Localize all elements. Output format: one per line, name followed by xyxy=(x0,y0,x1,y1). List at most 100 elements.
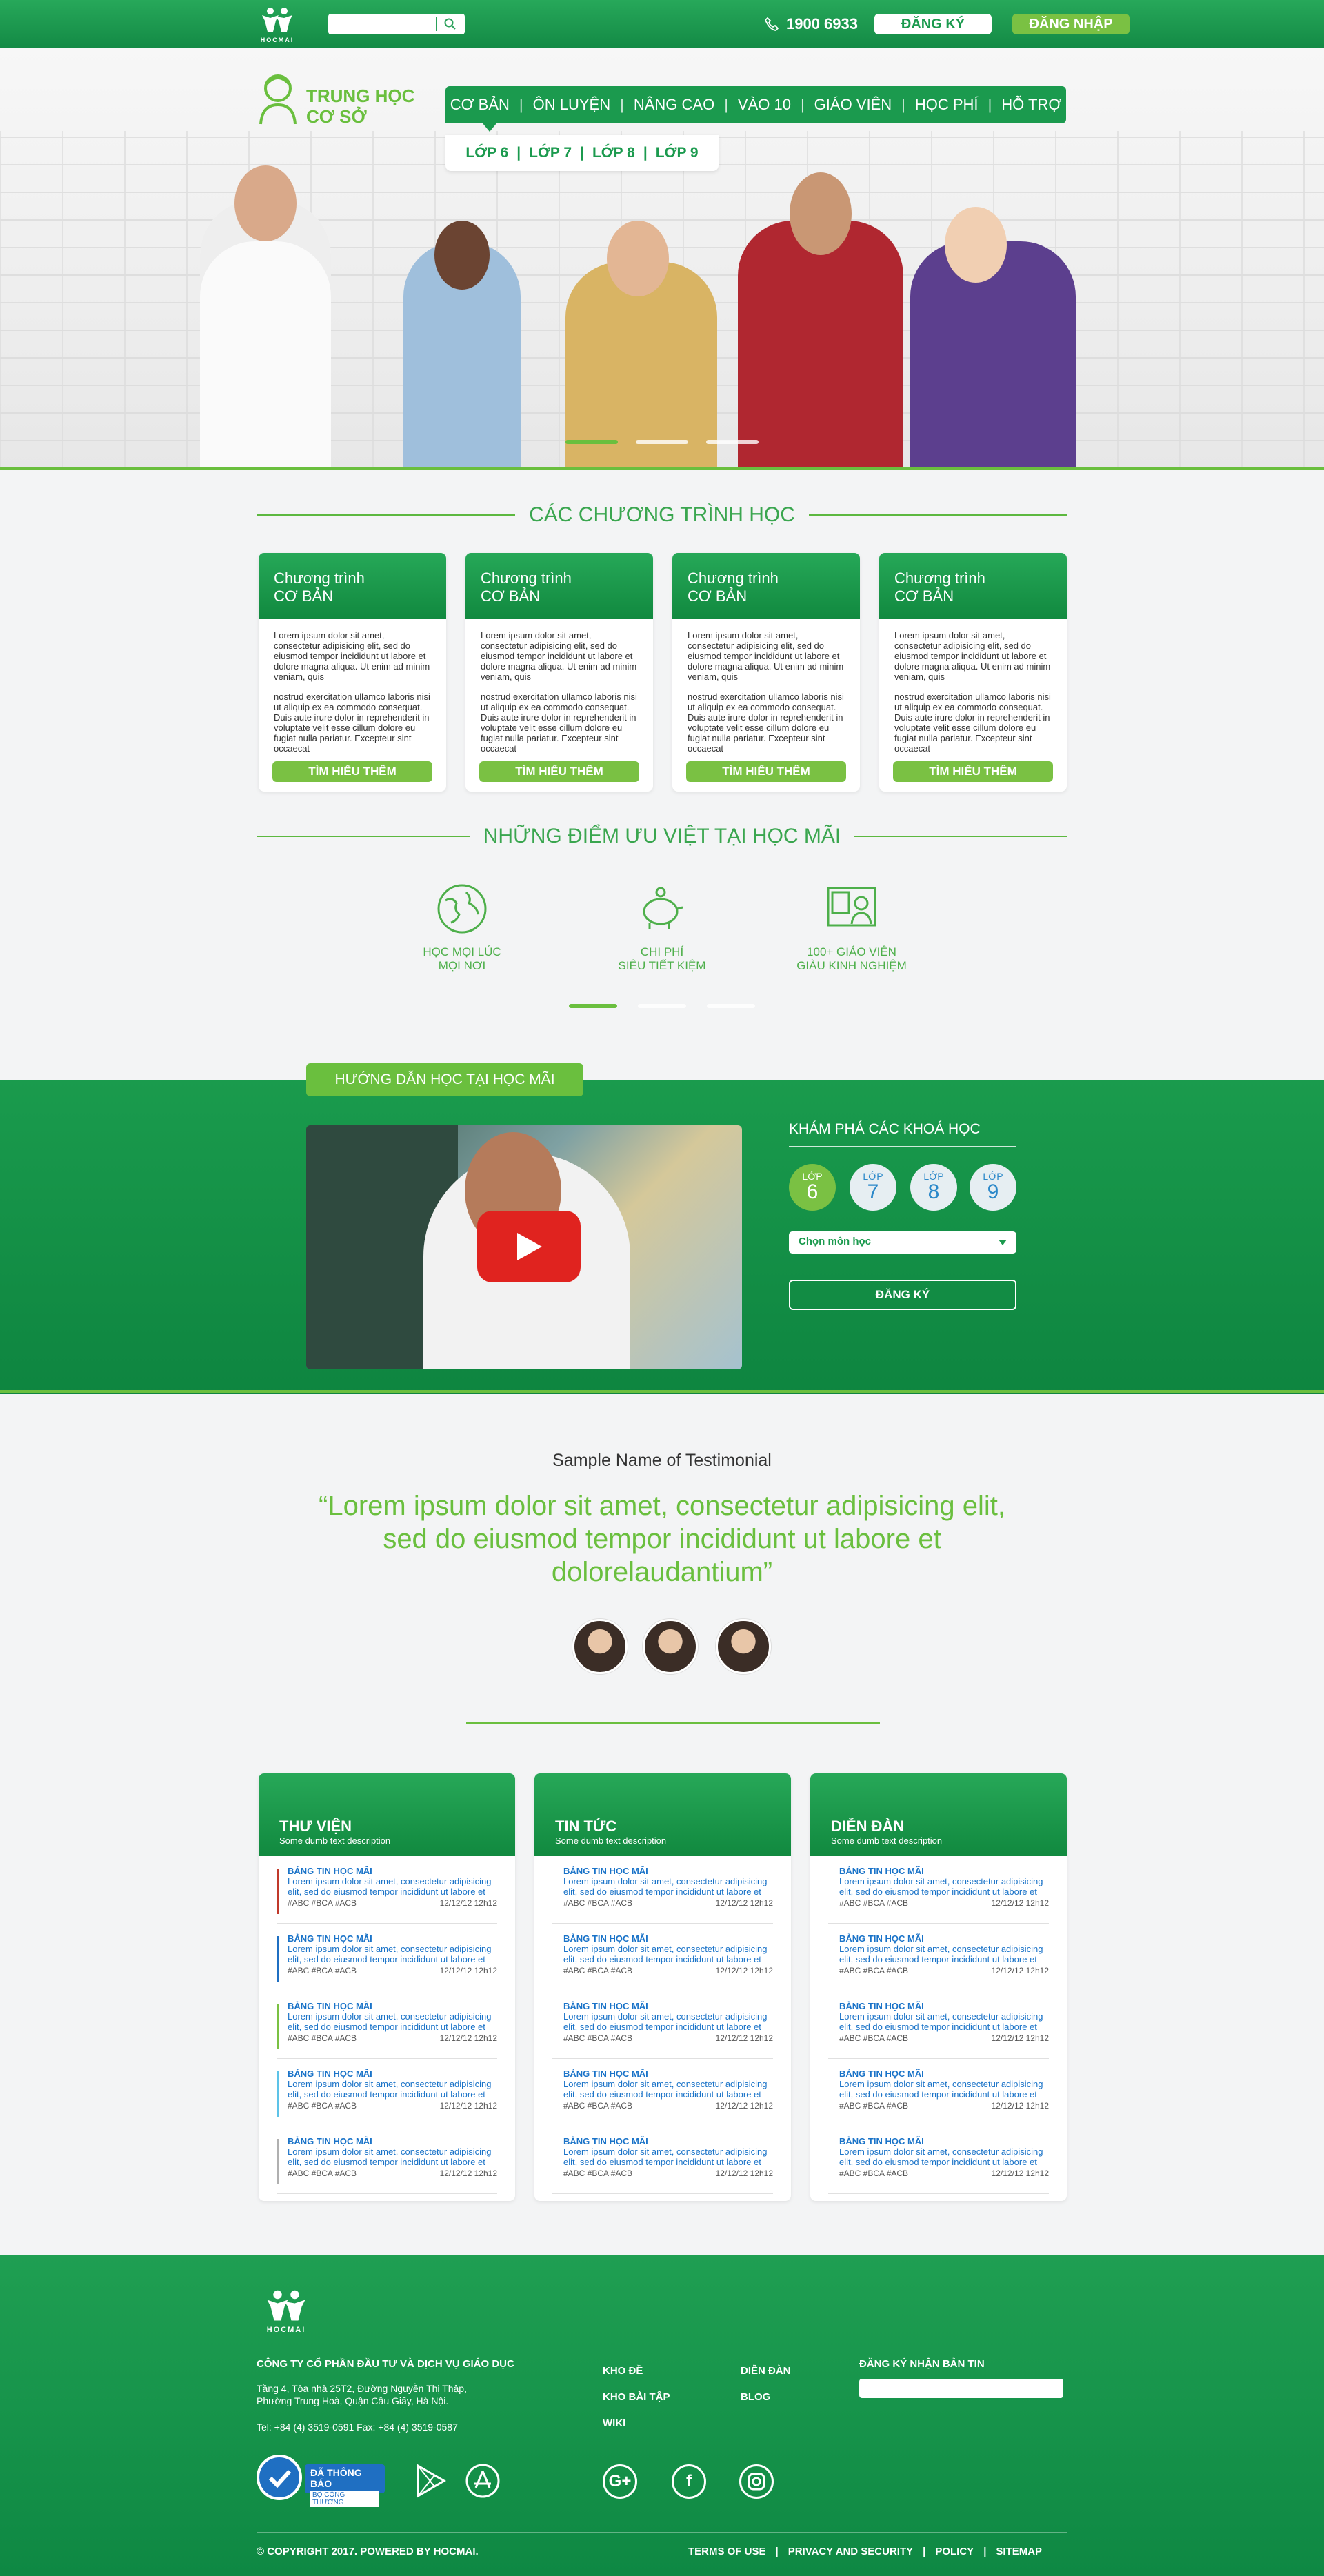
news-item[interactable]: BẢNG TIN HỌC MÃI Lorem ipsum dolor sit am… xyxy=(277,2069,497,2126)
news-tags[interactable]: #ABC #BCA #ACB xyxy=(563,1966,632,1975)
news-tags[interactable]: #ABC #BCA #ACB xyxy=(563,2169,632,2178)
verified-badge-icon[interactable] xyxy=(257,2455,302,2500)
news-title[interactable]: BẢNG TIN HỌC MÃI xyxy=(288,1866,497,1876)
testimonial-avatar[interactable] xyxy=(643,1619,698,1674)
news-item[interactable]: BẢNG TIN HỌC MÃI Lorem ipsum dolor sit am… xyxy=(828,2069,1049,2126)
ministry-badge[interactable]: ĐÃ THÔNG BÁO BỘ CÔNG THƯƠNG xyxy=(305,2464,385,2507)
hocmai-logo[interactable]: HOCMAI xyxy=(257,6,298,43)
news-title[interactable]: BẢNG TIN HỌC MÃI xyxy=(288,1933,497,1944)
news-tags[interactable]: #ABC #BCA #ACB xyxy=(839,2033,908,2043)
news-item[interactable]: BẢNG TIN HỌC MÃI Lorem ipsum dolor sit am… xyxy=(277,2001,497,2059)
news-item[interactable]: BẢNG TIN HỌC MÃI Lorem ipsum dolor sit am… xyxy=(277,1933,497,1991)
privacy-link[interactable]: PRIVACY AND SECURITY xyxy=(788,2546,913,2557)
news-title[interactable]: BẢNG TIN HỌC MÃI xyxy=(288,2001,497,2011)
learn-more-button[interactable]: TÌM HIỂU THÊM xyxy=(686,761,846,782)
news-title[interactable]: BẢNG TIN HỌC MÃI xyxy=(563,2001,773,2011)
footer-logo[interactable]: HOCMAI xyxy=(257,2288,316,2334)
slider-dot[interactable] xyxy=(707,1004,755,1008)
news-title[interactable]: BẢNG TIN HỌC MÃI xyxy=(839,2069,1049,2079)
facebook-icon[interactable]: f xyxy=(672,2464,706,2499)
news-item[interactable]: BẢNG TIN HỌC MÃI Lorem ipsum dolor sit am… xyxy=(828,1933,1049,1991)
news-title[interactable]: BẢNG TIN HỌC MÃI xyxy=(563,1933,773,1944)
subject-select[interactable]: Chọn môn học xyxy=(789,1231,1016,1254)
nav-item-nang-cao[interactable]: NÂNG CAO xyxy=(634,96,714,114)
news-tags[interactable]: #ABC #BCA #ACB xyxy=(288,1966,357,1975)
news-item[interactable]: BẢNG TIN HỌC MÃI Lorem ipsum dolor sit am… xyxy=(828,2001,1049,2059)
news-tags[interactable]: #ABC #BCA #ACB xyxy=(563,2033,632,2043)
instagram-icon[interactable] xyxy=(739,2464,774,2499)
footer-link-dien-dan[interactable]: DIỄN ĐÀN xyxy=(741,2358,791,2384)
news-tags[interactable]: #ABC #BCA #ACB xyxy=(839,1898,908,1908)
grade-9-button[interactable]: LỚP 9 xyxy=(970,1164,1016,1211)
login-button[interactable]: ĐĂNG NHẬP xyxy=(1012,14,1130,34)
testimonial-avatar[interactable] xyxy=(716,1619,771,1674)
news-tags[interactable]: #ABC #BCA #ACB xyxy=(288,1898,357,1908)
news-title[interactable]: BẢNG TIN HỌC MÃI xyxy=(839,2136,1049,2146)
nav-item-co-ban[interactable]: CƠ BẢN xyxy=(450,96,510,114)
news-item[interactable]: BẢNG TIN HỌC MÃI Lorem ipsum dolor sit am… xyxy=(552,1866,773,1924)
slider-dot-active[interactable] xyxy=(565,440,618,444)
nav-item-hoc-phi[interactable]: HỌC PHÍ xyxy=(915,96,979,114)
news-title[interactable]: BẢNG TIN HỌC MÃI xyxy=(839,2001,1049,2011)
newsletter-email-input[interactable] xyxy=(859,2379,1063,2398)
news-item[interactable]: BẢNG TIN HỌC MÃI Lorem ipsum dolor sit am… xyxy=(552,1933,773,1991)
footer-link-blog[interactable]: BLOG xyxy=(741,2384,791,2411)
sub-nav-lop-8[interactable]: LỚP 8 xyxy=(592,145,635,161)
news-item[interactable]: BẢNG TIN HỌC MÃI Lorem ipsum dolor sit am… xyxy=(552,2136,773,2194)
learn-more-button[interactable]: TÌM HIỂU THÊM xyxy=(272,761,432,782)
learn-more-button[interactable]: TÌM HIỂU THÊM xyxy=(479,761,639,782)
course-register-button[interactable]: ĐĂNG KÝ xyxy=(789,1280,1016,1310)
footer-link-wiki[interactable]: WIKI xyxy=(603,2411,670,2437)
news-tags[interactable]: #ABC #BCA #ACB xyxy=(288,2169,357,2178)
sub-nav-lop-7[interactable]: LỚP 7 xyxy=(529,145,572,161)
news-tags[interactable]: #ABC #BCA #ACB xyxy=(563,2101,632,2111)
google-play-icon[interactable] xyxy=(412,2463,448,2499)
nav-item-on-luyen[interactable]: ÔN LUYỆN xyxy=(533,96,610,114)
terms-link[interactable]: TERMS OF USE xyxy=(688,2546,766,2557)
footer-link-kho-de[interactable]: KHO ĐỀ xyxy=(603,2358,670,2384)
slider-dot[interactable] xyxy=(706,440,759,444)
news-item[interactable]: BẢNG TIN HỌC MÃI Lorem ipsum dolor sit am… xyxy=(828,2136,1049,2194)
news-title[interactable]: BẢNG TIN HỌC MÃI xyxy=(839,1866,1049,1876)
register-button[interactable]: ĐĂNG KÝ xyxy=(874,14,992,34)
news-item[interactable]: BẢNG TIN HỌC MÃI Lorem ipsum dolor sit am… xyxy=(277,2136,497,2194)
news-title[interactable]: BẢNG TIN HỌC MÃI xyxy=(563,2136,773,2146)
grade-8-button[interactable]: LỚP 8 xyxy=(910,1164,957,1211)
news-tags[interactable]: #ABC #BCA #ACB xyxy=(288,2033,357,2043)
nav-item-vao-10[interactable]: VÀO 10 xyxy=(738,96,791,114)
news-title[interactable]: BẢNG TIN HỌC MÃI xyxy=(563,2069,773,2079)
app-store-icon[interactable] xyxy=(465,2463,501,2499)
news-tags[interactable]: #ABC #BCA #ACB xyxy=(839,1966,908,1975)
video-player[interactable] xyxy=(306,1125,742,1369)
grade-6-button[interactable]: LỚP 6 xyxy=(789,1164,836,1211)
sub-nav-lop-6[interactable]: LỚP 6 xyxy=(465,145,508,161)
news-item[interactable]: BẢNG TIN HỌC MÃI Lorem ipsum dolor sit am… xyxy=(277,1866,497,1924)
slider-dot[interactable] xyxy=(636,440,688,444)
news-tags[interactable]: #ABC #BCA #ACB xyxy=(288,2101,357,2111)
sitemap-link[interactable]: SITEMAP xyxy=(996,2546,1042,2557)
testimonial-avatar[interactable] xyxy=(572,1619,628,1674)
news-item[interactable]: BẢNG TIN HỌC MÃI Lorem ipsum dolor sit am… xyxy=(552,2069,773,2126)
slider-dot[interactable] xyxy=(638,1004,686,1008)
google-plus-icon[interactable]: G+ xyxy=(603,2464,637,2499)
news-tags[interactable]: #ABC #BCA #ACB xyxy=(839,2101,908,2111)
news-item[interactable]: BẢNG TIN HỌC MÃI Lorem ipsum dolor sit am… xyxy=(552,2001,773,2059)
nav-item-ho-tro[interactable]: HỖ TRỢ xyxy=(1001,96,1061,114)
nav-item-giao-vien[interactable]: GIÁO VIÊN xyxy=(814,96,892,114)
news-item[interactable]: BẢNG TIN HỌC MÃI Lorem ipsum dolor sit am… xyxy=(828,1866,1049,1924)
news-tags[interactable]: #ABC #BCA #ACB xyxy=(839,2169,908,2178)
slider-dot-active[interactable] xyxy=(569,1004,617,1008)
news-tags[interactable]: #ABC #BCA #ACB xyxy=(563,1898,632,1908)
play-button[interactable] xyxy=(477,1211,581,1282)
footer-link-kho-bai-tap[interactable]: KHO BÀI TẬP xyxy=(603,2384,670,2411)
sub-nav-lop-9[interactable]: LỚP 9 xyxy=(656,145,699,161)
news-title[interactable]: BẢNG TIN HỌC MÃI xyxy=(839,1933,1049,1944)
news-title[interactable]: BẢNG TIN HỌC MÃI xyxy=(288,2136,497,2146)
news-title[interactable]: BẢNG TIN HỌC MÃI xyxy=(288,2069,497,2079)
hotline[interactable]: 1900 6933 xyxy=(764,14,858,34)
learn-more-button[interactable]: TÌM HIỂU THÊM xyxy=(893,761,1053,782)
grade-7-button[interactable]: LỚP 7 xyxy=(850,1164,896,1211)
search-icon[interactable] xyxy=(444,18,457,30)
policy-link[interactable]: POLICY xyxy=(935,2546,974,2557)
search-input[interactable] xyxy=(328,14,465,34)
